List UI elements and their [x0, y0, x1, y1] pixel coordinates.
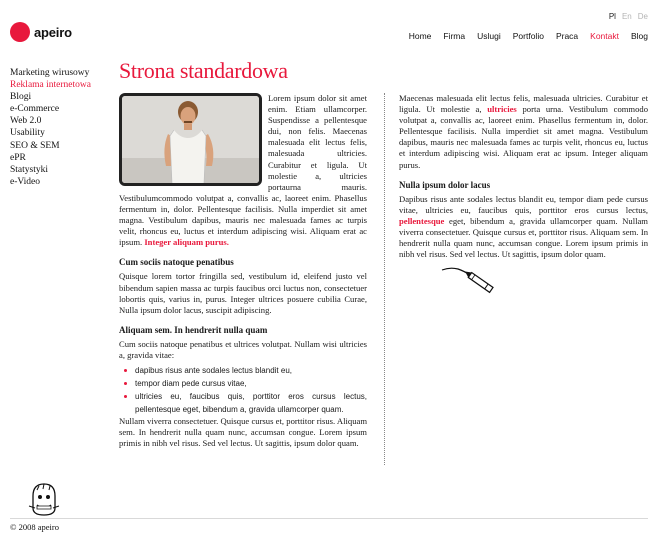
nav-portfolio[interactable]: Portfolio	[513, 31, 544, 41]
nav-kontakt[interactable]: Kontakt	[590, 31, 619, 41]
logo[interactable]: apeiro	[10, 22, 72, 42]
photo-man-in-tank-top-icon	[122, 96, 259, 183]
logo-text: apeiro	[34, 24, 72, 40]
bullet-list: dapibus risus ante sodales lectus blandi…	[119, 364, 367, 416]
list-item: ultricies eu, faucibus quis, porttitor e…	[119, 390, 367, 416]
sidebar-item-usability[interactable]: Usability	[10, 127, 91, 139]
sidebar-item-seo-sem[interactable]: SEO & SEM	[10, 140, 91, 152]
page-title: Strona standardowa	[119, 58, 288, 83]
sidebar-item-reklama-internetowa[interactable]: Reklama internetowa	[10, 79, 91, 91]
list-item: tempor diam pede cursus vitae,	[119, 377, 367, 390]
nav-praca[interactable]: Praca	[556, 31, 578, 41]
section-paragraph: Nullam viverra consectetuer. Quisque cur…	[119, 416, 367, 449]
section-paragraph: Quisque lorem tortor fringilla sed, vest…	[119, 271, 367, 315]
nav-firma[interactable]: Firma	[443, 31, 465, 41]
nav-uslugi[interactable]: Uslugi	[477, 31, 501, 41]
lang-en[interactable]: En	[622, 12, 632, 21]
logo-dot-icon	[10, 22, 30, 42]
section-heading: Cum sociis natoque penatibus	[119, 257, 234, 268]
highlight-text: ultricies	[487, 104, 517, 115]
sidebar-item-e-commerce[interactable]: e-Commerce	[10, 103, 91, 115]
sidebar-item-e-video[interactable]: e-Video	[10, 176, 91, 188]
section-heading: Aliquam sem. In hendrerit nulla quam	[119, 324, 268, 335]
content-right-column: Maecenas malesuada elit lectus felis, ma…	[399, 93, 648, 260]
sidebar-item-statystyki[interactable]: Statystyki	[10, 164, 91, 176]
section-paragraph: Cum sociis natoque penatibus et ultrices…	[119, 338, 367, 360]
nav-blog[interactable]: Blog	[631, 31, 648, 41]
sidebar-item-blogi[interactable]: Blogi	[10, 91, 91, 103]
article-photo	[119, 93, 262, 186]
nav-home[interactable]: Home	[409, 31, 432, 41]
section-heading: Nulla ipsum dolor lacus	[399, 179, 491, 190]
paragraph-text: Dapibus risus ante sodales lectus blandi…	[399, 193, 648, 215]
intro-highlight: Integer aliquam purus.	[144, 237, 229, 248]
sidebar-item-marketing-wirusowy[interactable]: Marketing wirusowy	[10, 67, 91, 79]
sidebar-item-epr[interactable]: ePR	[10, 152, 91, 164]
highlight-text: pellentesque	[399, 215, 445, 226]
lang-de[interactable]: De	[638, 12, 648, 21]
footer-copyright: © 2008 apeiro	[10, 522, 59, 532]
footer-divider	[10, 518, 648, 519]
column-divider	[384, 93, 385, 465]
sidebar: Marketing wirusowy Reklama internetowa B…	[10, 67, 91, 188]
main-nav: Home Firma Uslugi Portfolio Praca Kontak…	[397, 31, 648, 41]
sidebar-item-web-2-0[interactable]: Web 2.0	[10, 115, 91, 127]
language-switcher: Pl En De	[603, 12, 648, 21]
mascot-icon	[28, 483, 60, 516]
content-left-column: Lorem ipsum dolor sit amet enim. Etiam u…	[119, 93, 367, 449]
lang-pl[interactable]: Pl	[609, 12, 616, 21]
pencil-icon	[441, 267, 494, 294]
list-item: dapibus risus ante sodales lectus blandi…	[119, 364, 367, 377]
